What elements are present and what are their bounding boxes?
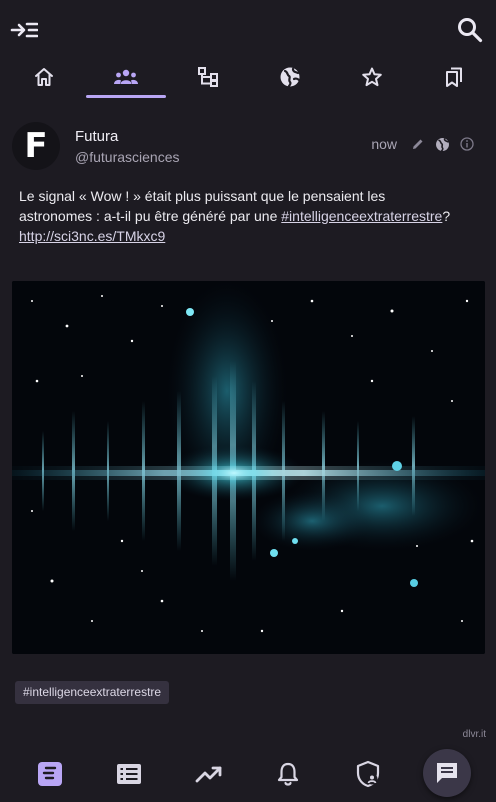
exit-menu-icon — [10, 22, 38, 38]
nav-lists[interactable] — [111, 756, 147, 792]
tab-home[interactable] — [3, 58, 85, 100]
shield-account-icon — [356, 760, 380, 788]
hashtag-link[interactable]: #intelligenceextraterrestre — [281, 208, 442, 224]
bottom-navigation — [0, 742, 496, 802]
avatar-letter: F — [24, 126, 48, 166]
avatar[interactable]: F — [12, 122, 60, 170]
exit-menu-button[interactable] — [6, 14, 42, 46]
compose-message-icon — [437, 763, 457, 783]
timeline-icon — [38, 762, 62, 786]
trending-icon — [195, 766, 222, 783]
info-icon[interactable] — [460, 137, 474, 151]
post-url-link[interactable]: http://sci3nc.es/TMkxc9 — [19, 228, 165, 244]
post-meta: now — [371, 136, 474, 152]
lists-icon — [117, 764, 141, 784]
notifications-icon — [277, 762, 299, 786]
sitemap-icon — [198, 67, 218, 87]
display-name[interactable]: Futura — [75, 128, 118, 145]
home-icon — [35, 68, 53, 86]
post-text-middle: ? — [442, 208, 451, 224]
post-content: Le signal « Wow ! » était plus puissant … — [19, 186, 459, 246]
tab-local[interactable] — [85, 58, 167, 100]
compose-button[interactable] — [423, 749, 471, 797]
tab-bubble[interactable] — [167, 58, 249, 100]
search-button[interactable] — [452, 12, 488, 48]
nav-timeline[interactable] — [32, 756, 68, 792]
hashtag-chip[interactable]: #intelligenceextraterrestre — [15, 681, 170, 704]
account-handle[interactable]: @futurasciences — [75, 149, 179, 165]
tab-bookmarks[interactable] — [413, 58, 495, 100]
space-signal-image — [12, 281, 485, 654]
post-time[interactable]: now — [371, 136, 397, 152]
search-icon — [458, 18, 483, 43]
tab-federated[interactable] — [249, 58, 331, 100]
timeline-tabs — [0, 58, 496, 100]
people-icon — [114, 69, 138, 84]
globe-visibility-icon — [436, 137, 449, 151]
top-bar — [0, 0, 496, 58]
post-image[interactable] — [12, 281, 485, 654]
tab-favourites[interactable] — [331, 58, 413, 100]
globe-icon — [280, 67, 301, 88]
pencil-icon — [413, 139, 423, 149]
nav-admin[interactable] — [350, 756, 386, 792]
nav-trending[interactable] — [191, 756, 227, 792]
active-tab-indicator — [86, 95, 166, 98]
post-source: dlvr.it — [462, 729, 486, 740]
bookmarks-icon — [446, 67, 462, 87]
star-icon — [362, 67, 382, 87]
nav-notifications[interactable] — [270, 756, 306, 792]
